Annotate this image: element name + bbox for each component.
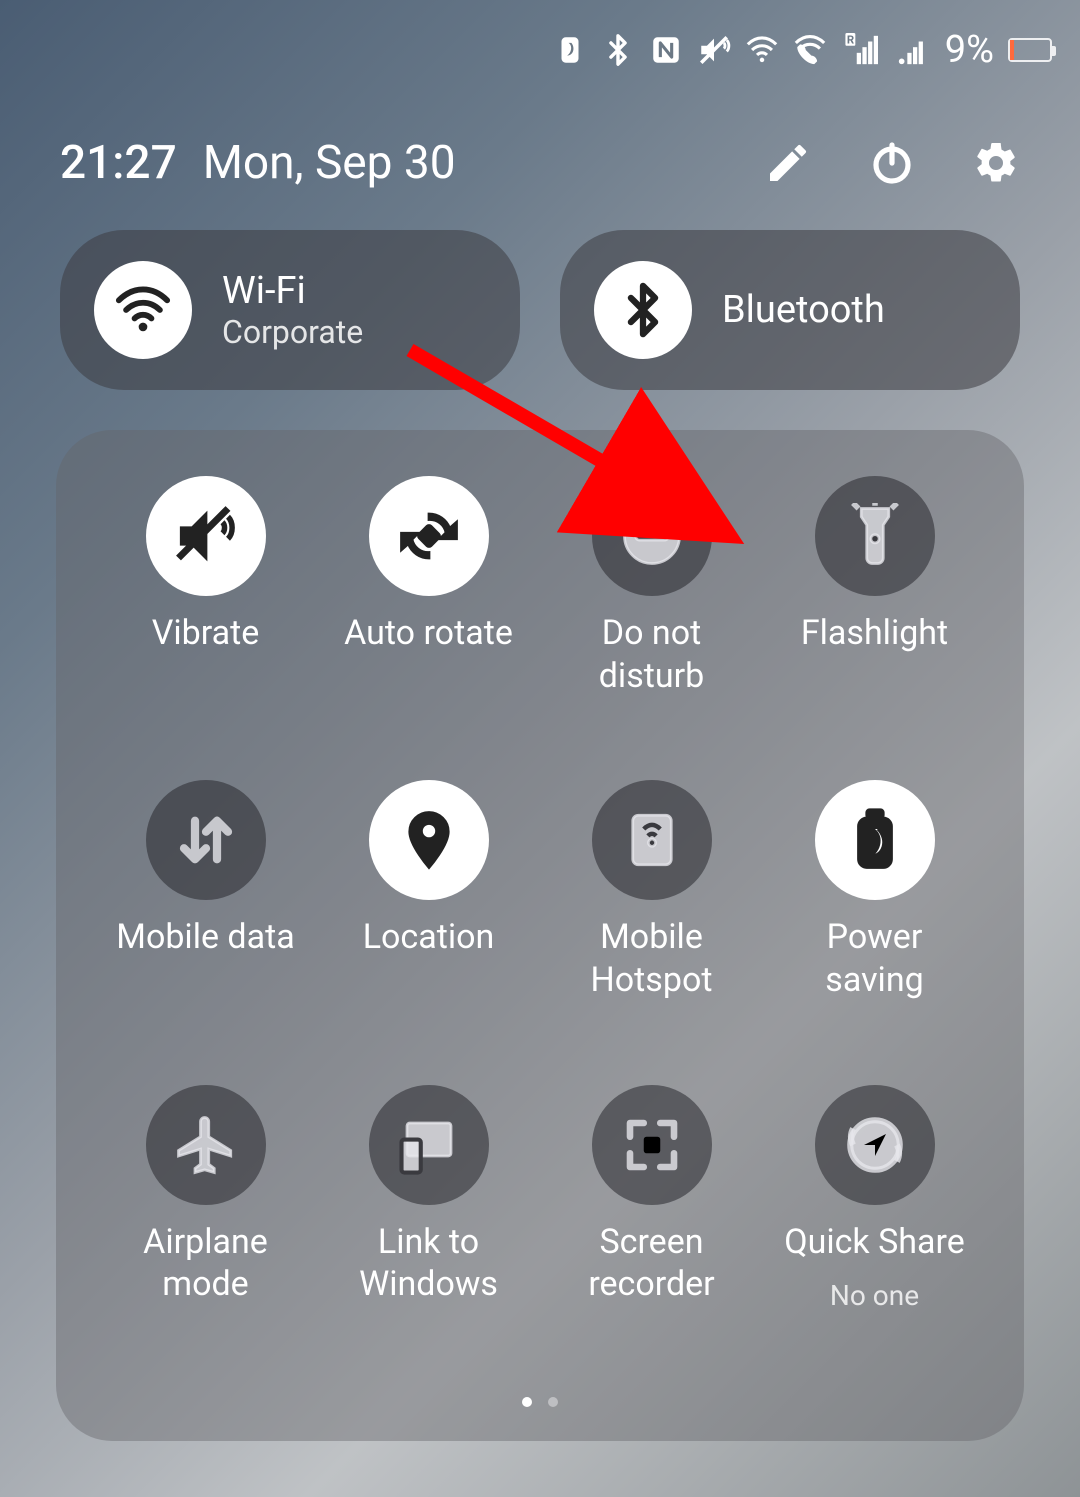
wifi-subtitle: Corporate [222,313,363,351]
quick-share-icon [815,1085,935,1205]
wifi-toggle[interactable]: Wi-Fi Corporate [60,230,520,390]
page-dot-1 [522,1397,532,1407]
tile-label: Screen recorder [552,1221,752,1306]
tile-label: Mobile data [116,916,294,959]
tile-location[interactable]: Location [317,780,540,1084]
wifi-status-icon [745,33,779,67]
tile-label: Location [363,916,495,959]
tile-label: Do not disturb [552,612,752,697]
dnd-icon [592,476,712,596]
tile-label: Link to Windows [329,1221,529,1306]
page-indicator[interactable] [94,1389,986,1407]
nfc-icon [649,33,683,67]
mobile-data-icon [146,780,266,900]
mute-vibrate-icon [697,33,731,67]
location-icon [369,780,489,900]
tile-label: Mobile Hotspot [552,916,752,1001]
tile-grid: Vibrate Auto rotate Do not disturb Flash… [94,476,986,1389]
tile-vibrate[interactable]: Vibrate [94,476,317,780]
auto-rotate-icon [369,476,489,596]
flashlight-icon [815,476,935,596]
power-button[interactable] [868,139,916,187]
signal-secondary-icon [895,33,931,67]
tile-mobile-data[interactable]: Mobile data [94,780,317,1084]
tile-sublabel: No one [830,1279,919,1312]
tile-mobile-hotspot[interactable]: Mobile Hotspot [540,780,763,1084]
signal-roaming-icon: R [841,33,881,67]
page-dot-2 [548,1397,558,1407]
tile-label: Flashlight [801,612,948,655]
clock-date: Mon, Sep 30 [203,136,456,190]
edit-button[interactable] [764,139,812,187]
settings-button[interactable] [972,139,1020,187]
wifi-icon [94,261,192,359]
tile-screen-recorder[interactable]: Screen recorder [540,1085,763,1389]
hotspot-icon [592,780,712,900]
wifi-calling-icon [793,33,827,67]
tile-power-saving[interactable]: Power saving [763,780,986,1084]
connectivity-row: Wi-Fi Corporate Bluetooth [60,230,1020,390]
tile-do-not-disturb[interactable]: Do not disturb [540,476,763,780]
wifi-title: Wi-Fi [222,269,363,313]
tile-label: Vibrate [152,612,260,655]
tile-auto-rotate[interactable]: Auto rotate [317,476,540,780]
link-to-windows-icon [369,1085,489,1205]
panel-header: 21:27 Mon, Sep 30 [60,128,1020,198]
svg-text:R: R [847,33,854,47]
tile-label: Auto rotate [344,612,513,655]
bluetooth-icon [594,261,692,359]
quick-settings-panel: Vibrate Auto rotate Do not disturb Flash… [56,430,1024,1441]
tile-label: Quick Share [784,1221,965,1264]
tile-label: Airplane mode [106,1221,306,1306]
tile-quick-share[interactable]: Quick Share No one [763,1085,986,1389]
clock-time: 21:27 [60,136,177,190]
airplane-icon [146,1085,266,1205]
power-saving-icon [815,780,935,900]
screen-recorder-icon [592,1085,712,1205]
tile-flashlight[interactable]: Flashlight [763,476,986,780]
bluetooth-toggle[interactable]: Bluetooth [560,230,1020,390]
data-saver-icon [553,33,587,67]
tile-label: Power saving [775,916,975,1001]
bluetooth-title: Bluetooth [722,288,885,332]
bluetooth-status-icon [601,33,635,67]
battery-percent: 9% [945,28,994,72]
tile-airplane-mode[interactable]: Airplane mode [94,1085,317,1389]
battery-icon [1008,38,1052,62]
vibrate-icon [146,476,266,596]
tile-link-to-windows[interactable]: Link to Windows [317,1085,540,1389]
status-bar: R 9% [0,0,1080,100]
